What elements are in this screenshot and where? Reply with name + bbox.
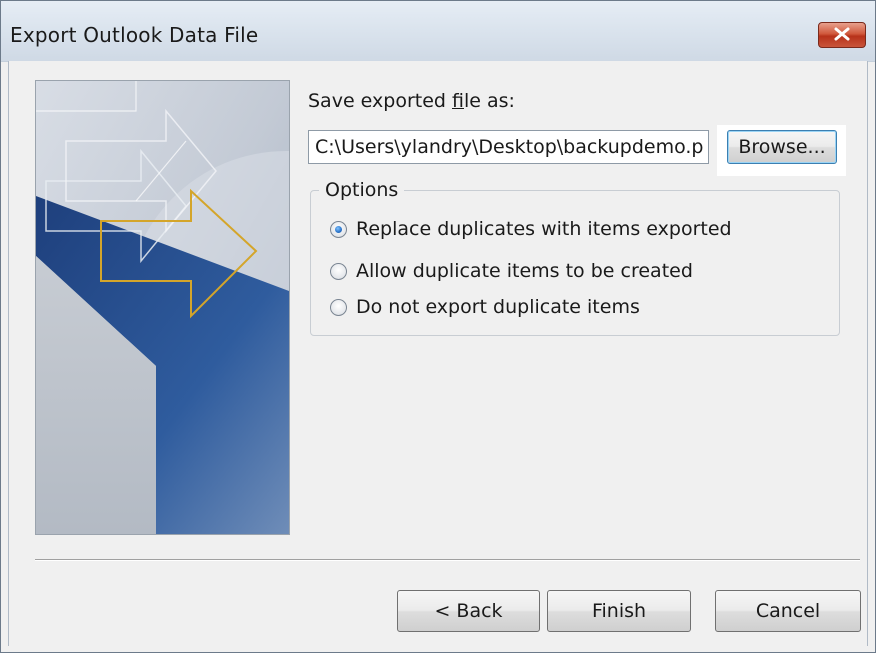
- export-dialog-window: Export Outlook Data File Save exported f…: [0, 0, 876, 653]
- radio-replace-duplicates[interactable]: Replace duplicates with items exported: [330, 218, 732, 240]
- radio-allow-duplicates[interactable]: Allow duplicate items to be created: [330, 260, 693, 282]
- back-button-label: < Back: [434, 600, 503, 622]
- file-path-field[interactable]: C:\Users\ylandry\Desktop\backupdemo.p: [308, 130, 709, 164]
- title-bar[interactable]: Export Outlook Data File: [1, 1, 875, 62]
- radio-allow-indicator[interactable]: [330, 262, 347, 280]
- radio-do-not-export-label: Do not export duplicate items: [356, 296, 640, 318]
- finish-button-label: Finish: [591, 600, 647, 622]
- window-title: Export Outlook Data File: [10, 23, 259, 47]
- radio-replace-indicator[interactable]: [330, 220, 347, 238]
- radio-do-not-export[interactable]: Do not export duplicate items: [330, 296, 640, 318]
- wizard-banner-image: [35, 80, 290, 535]
- cancel-button-label: Cancel: [755, 600, 821, 622]
- radio-replace-label: Replace duplicates with items exported: [356, 218, 732, 240]
- footer-separator: [35, 559, 860, 561]
- cancel-button[interactable]: Cancel: [715, 590, 861, 632]
- close-button[interactable]: [818, 22, 866, 48]
- close-x-icon: [833, 26, 851, 45]
- save-as-label: Save exported file as:: [308, 90, 515, 112]
- browse-button-label: Browse...: [738, 136, 826, 158]
- options-legend: Options: [319, 179, 405, 201]
- finish-button[interactable]: Finish: [547, 590, 691, 632]
- radio-allow-label: Allow duplicate items to be created: [356, 260, 693, 282]
- back-button[interactable]: < Back: [397, 590, 540, 632]
- browse-button[interactable]: Browse...: [727, 130, 837, 164]
- radio-do-not-export-indicator[interactable]: [330, 298, 347, 316]
